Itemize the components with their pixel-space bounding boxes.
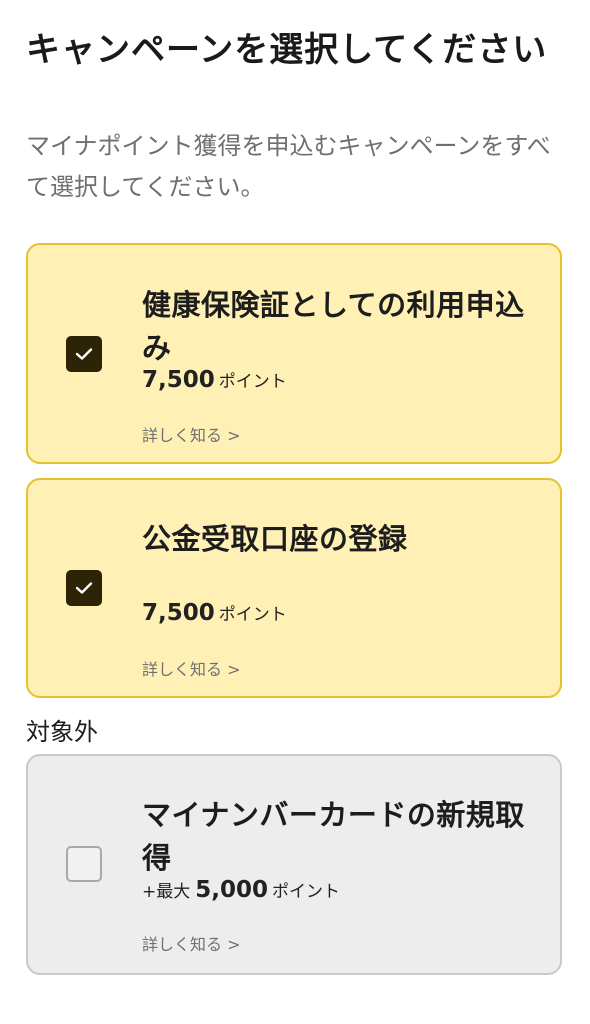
- campaign-checkbox[interactable]: [66, 570, 102, 606]
- campaign-card-public-account[interactable]: 公金受取口座の登録 7,500 ポイント 詳しく知る >: [26, 478, 562, 698]
- excluded-section-label: 対象外: [26, 718, 98, 746]
- campaign-points: 7,500 ポイント: [142, 600, 287, 626]
- points-amount: 5,000: [195, 877, 269, 903]
- points-unit: ポイント: [218, 372, 287, 392]
- points-unit: ポイント: [218, 605, 287, 625]
- campaign-points: +最大 5,000 ポイント: [142, 877, 340, 903]
- campaign-checkbox[interactable]: [66, 846, 102, 882]
- check-icon: [75, 582, 93, 594]
- campaign-card-new-card[interactable]: マイナンバーカードの新規取得 +最大 5,000 ポイント 詳しく知る >: [26, 754, 562, 975]
- campaign-points: 7,500 ポイント: [142, 367, 287, 393]
- details-link[interactable]: 詳しく知る >: [142, 422, 241, 446]
- campaign-title: 公金受取口座の登録: [142, 522, 408, 556]
- points-prefix: +最大: [142, 882, 191, 902]
- points-amount: 7,500: [142, 367, 215, 393]
- campaign-card-health-insurance[interactable]: 健康保険証としての利用申込み 7,500 ポイント 詳しく知る >: [26, 243, 562, 464]
- details-link[interactable]: 詳しく知る >: [142, 656, 241, 680]
- campaign-checkbox[interactable]: [66, 336, 102, 372]
- check-icon: [75, 348, 93, 360]
- points-unit: ポイント: [272, 882, 341, 902]
- details-link[interactable]: 詳しく知る >: [142, 931, 241, 955]
- points-amount: 7,500: [142, 600, 215, 626]
- campaign-title: マイナンバーカードの新規取得: [142, 798, 525, 875]
- page-title: キャンペーンを選択してください: [26, 30, 548, 70]
- page-description: マイナポイント獲得を申込むキャンペーンをすべて選択してください。: [26, 132, 551, 201]
- campaign-title: 健康保険証としての利用申込み: [142, 288, 525, 365]
